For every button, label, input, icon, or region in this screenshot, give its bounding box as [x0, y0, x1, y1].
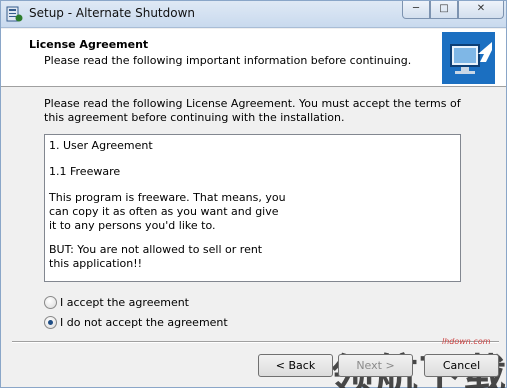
window-title: Setup - Alternate Shutdown [29, 6, 196, 20]
decline-label[interactable]: I do not accept the agreement [60, 316, 228, 329]
back-button[interactable]: < Back [258, 354, 333, 377]
watermark-url: lhdown.com [442, 337, 491, 346]
license-line: it to any persons you'd like to. [49, 219, 216, 232]
license-line: 1.1 Freeware [49, 165, 121, 178]
cancel-button[interactable]: Cancel [424, 354, 499, 377]
intro-text: Please read the following License Agreem… [44, 97, 461, 124]
page-subtitle: Please read the following important info… [44, 54, 412, 67]
accept-radio[interactable] [44, 296, 57, 309]
next-button[interactable]: Next > [338, 354, 413, 377]
license-line: BUT: You are not allowed to sell or rent [49, 243, 263, 256]
wizard-header: License Agreement Please read the follow… [1, 29, 506, 87]
license-text-area[interactable]: 1. User Agreement 1.1 Freeware This prog… [44, 134, 461, 282]
license-line: This program is freeware. That means, yo… [49, 191, 286, 204]
title-bar[interactable]: Setup - Alternate Shutdown ─ □ ✕ [1, 1, 506, 28]
maximize-button[interactable]: □ [430, 1, 458, 19]
close-button[interactable]: ✕ [458, 1, 504, 19]
minimize-button[interactable]: ─ [402, 1, 430, 19]
accept-label[interactable]: I accept the agreement [60, 296, 189, 309]
license-line: can copy it as often as you want and giv… [49, 205, 279, 218]
license-line: this application!! [49, 257, 143, 270]
decline-radio[interactable] [44, 316, 57, 329]
page-title: License Agreement [29, 38, 149, 51]
license-line: 1. User Agreement [49, 139, 153, 152]
monitor-arrow-icon [442, 32, 495, 84]
setup-window: Setup - Alternate Shutdown ─ □ ✕ License… [0, 0, 507, 388]
setup-app-icon [6, 6, 23, 22]
